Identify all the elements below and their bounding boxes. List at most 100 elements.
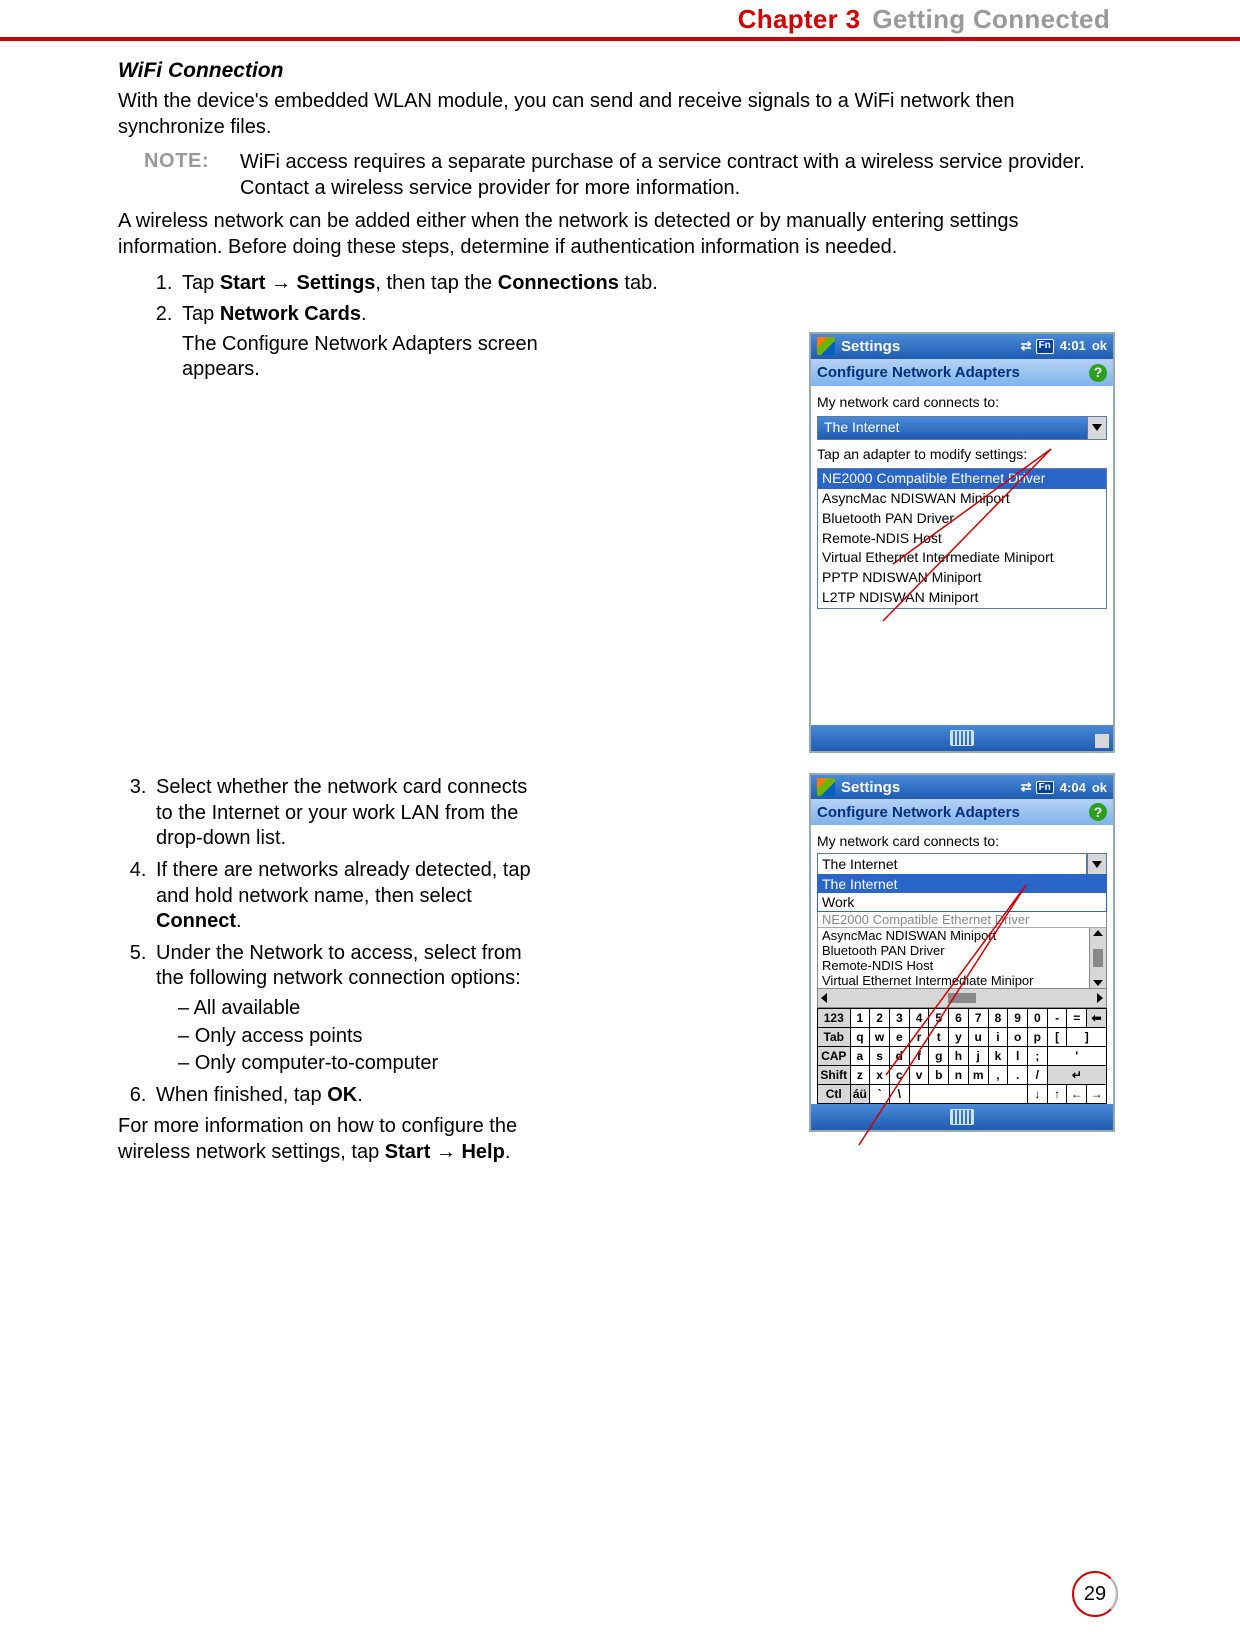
- key[interactable]: /: [1027, 1066, 1047, 1085]
- start-icon[interactable]: [817, 337, 835, 355]
- key[interactable]: p: [1027, 1028, 1047, 1047]
- caps-key[interactable]: CAP: [818, 1047, 851, 1066]
- key[interactable]: 0: [1027, 1009, 1047, 1028]
- key[interactable]: 9: [1008, 1009, 1028, 1028]
- key[interactable]: 1: [850, 1009, 870, 1028]
- connects-to-combo[interactable]: The Internet: [817, 853, 1107, 875]
- chapter-title: Getting Connected: [872, 4, 1110, 35]
- key[interactable]: c: [889, 1066, 909, 1085]
- key[interactable]: f: [909, 1047, 929, 1066]
- key[interactable]: t: [929, 1028, 949, 1047]
- keyboard-icon[interactable]: [950, 1109, 974, 1125]
- key[interactable]: 2: [870, 1009, 890, 1028]
- key[interactable]: k: [988, 1047, 1008, 1066]
- dropdown-list[interactable]: The Internet Work: [817, 874, 1107, 912]
- key[interactable]: q: [850, 1028, 870, 1047]
- key[interactable]: -: [1047, 1009, 1067, 1028]
- key[interactable]: ,: [988, 1066, 1008, 1085]
- enter-key[interactable]: ↵: [1047, 1066, 1106, 1085]
- list-item[interactable]: Remote-NDIS Host: [818, 529, 1106, 549]
- keyboard-icon[interactable]: [950, 730, 974, 746]
- adapter-list[interactable]: NE2000 Compatible Ethernet Driver AsyncM…: [817, 468, 1107, 609]
- key[interactable]: v: [909, 1066, 929, 1085]
- horizontal-scrollbar[interactable]: [817, 989, 1107, 1008]
- key[interactable]: s: [870, 1047, 890, 1066]
- scroll-down-icon[interactable]: [1093, 980, 1103, 986]
- key[interactable]: ]: [1067, 1028, 1107, 1047]
- key[interactable]: 7: [968, 1009, 988, 1028]
- chevron-down-icon[interactable]: [1088, 416, 1107, 440]
- key[interactable]: e: [889, 1028, 909, 1047]
- key[interactable]: z: [850, 1066, 870, 1085]
- key[interactable]: `: [870, 1085, 890, 1104]
- key[interactable]: l: [1008, 1047, 1028, 1066]
- screenshot-2: Settings ⇄Fn4:04ok Configure Network Ada…: [809, 773, 1115, 1132]
- backspace-key[interactable]: ⬅: [1087, 1009, 1107, 1028]
- key[interactable]: ;: [1027, 1047, 1047, 1066]
- key[interactable]: 8: [988, 1009, 1008, 1028]
- intl-key[interactable]: áü: [850, 1085, 870, 1104]
- tab-key[interactable]: Tab: [818, 1028, 851, 1047]
- key[interactable]: i: [988, 1028, 1008, 1047]
- key[interactable]: 6: [949, 1009, 969, 1028]
- list-item[interactable]: Remote-NDIS Host: [818, 958, 1089, 973]
- ok-button[interactable]: ok: [1092, 338, 1107, 355]
- key[interactable]: 123: [818, 1009, 851, 1028]
- connects-to-combo[interactable]: The Internet: [817, 416, 1107, 440]
- key[interactable]: m: [968, 1066, 988, 1085]
- key[interactable]: u: [968, 1028, 988, 1047]
- scroll-thumb[interactable]: [948, 993, 976, 1003]
- list-item[interactable]: L2TP NDISWAN Miniport: [818, 588, 1106, 608]
- key[interactable]: h: [949, 1047, 969, 1066]
- vertical-scrollbar[interactable]: [1089, 928, 1106, 988]
- key[interactable]: g: [929, 1047, 949, 1066]
- key[interactable]: 4: [909, 1009, 929, 1028]
- key[interactable]: x: [870, 1066, 890, 1085]
- scroll-right-icon[interactable]: [1097, 993, 1103, 1003]
- chevron-down-icon[interactable]: [1087, 853, 1107, 875]
- key[interactable]: w: [870, 1028, 890, 1047]
- space-key[interactable]: [909, 1085, 1027, 1104]
- key[interactable]: y: [949, 1028, 969, 1047]
- adapter-list[interactable]: NE2000 Compatible Ethernet Driver AsyncM…: [817, 912, 1107, 989]
- list-item[interactable]: AsyncMac NDISWAN Miniport: [818, 489, 1106, 509]
- ok-button[interactable]: ok: [1092, 780, 1107, 795]
- arrow-down-key[interactable]: ↓: [1027, 1085, 1047, 1104]
- list-item[interactable]: Bluetooth PAN Driver: [818, 509, 1106, 529]
- shift-key[interactable]: Shift: [818, 1066, 851, 1085]
- start-icon[interactable]: [817, 778, 835, 796]
- list-item[interactable]: Virtual Ethernet Intermediate Minipor: [818, 973, 1089, 988]
- list-item[interactable]: NE2000 Compatible Ethernet Driver: [818, 912, 1106, 928]
- key[interactable]: [: [1047, 1028, 1067, 1047]
- list-item[interactable]: NE2000 Compatible Ethernet Driver: [818, 469, 1106, 489]
- help-icon[interactable]: ?: [1089, 803, 1107, 821]
- arrow-up-key[interactable]: ↑: [1047, 1085, 1067, 1104]
- key[interactable]: o: [1008, 1028, 1028, 1047]
- scroll-thumb[interactable]: [1093, 949, 1103, 967]
- key[interactable]: \: [889, 1085, 909, 1104]
- key[interactable]: b: [929, 1066, 949, 1085]
- on-screen-keyboard[interactable]: 123 1234567890-=⬅ Tab qwertyuiop[] CAP a…: [817, 1008, 1107, 1104]
- key[interactable]: 3: [889, 1009, 909, 1028]
- key[interactable]: ': [1047, 1047, 1106, 1066]
- key[interactable]: n: [949, 1066, 969, 1085]
- list-item[interactable]: Virtual Ethernet Intermediate Miniport: [818, 548, 1106, 568]
- scroll-up-icon[interactable]: [1093, 930, 1103, 936]
- key[interactable]: d: [889, 1047, 909, 1066]
- key[interactable]: 5: [929, 1009, 949, 1028]
- list-item[interactable]: PPTP NDISWAN Miniport: [818, 568, 1106, 588]
- dropdown-option[interactable]: Work: [818, 893, 1106, 911]
- help-icon[interactable]: ?: [1089, 364, 1107, 382]
- dropdown-option[interactable]: The Internet: [818, 875, 1106, 893]
- list-item[interactable]: AsyncMac NDISWAN Miniport: [818, 928, 1089, 943]
- arrow-right-key[interactable]: →: [1087, 1085, 1107, 1104]
- key[interactable]: r: [909, 1028, 929, 1047]
- key[interactable]: .: [1008, 1066, 1028, 1085]
- arrow-left-key[interactable]: ←: [1067, 1085, 1087, 1104]
- step-3: Select whether the network card connects…: [152, 775, 548, 852]
- key[interactable]: a: [850, 1047, 870, 1066]
- key[interactable]: =: [1067, 1009, 1087, 1028]
- key[interactable]: j: [968, 1047, 988, 1066]
- ctrl-key[interactable]: Ctl: [818, 1085, 851, 1104]
- list-item[interactable]: Bluetooth PAN Driver: [818, 943, 1089, 958]
